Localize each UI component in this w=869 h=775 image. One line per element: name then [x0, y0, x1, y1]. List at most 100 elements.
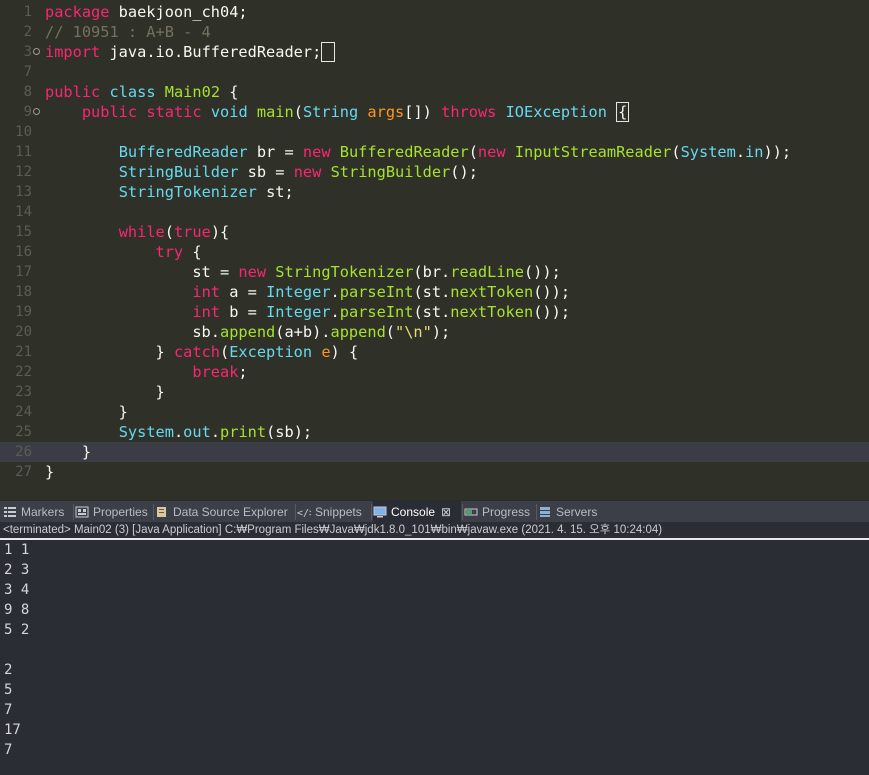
code-line[interactable]: 22 break;: [0, 362, 869, 382]
progress-icon: [464, 506, 478, 518]
console-output-line: 1 1: [4, 542, 30, 558]
code-line[interactable]: 26 }: [0, 442, 869, 462]
line-number: 9: [23, 104, 32, 120]
line-number: 15: [15, 224, 32, 240]
line-number: 20: [15, 324, 32, 340]
tab-label: Markers: [21, 505, 65, 519]
code-line[interactable]: 17 st = new StringTokenizer(br.readLine(…: [0, 262, 869, 282]
line-number: 3: [23, 44, 32, 60]
tab-label: Progress: [482, 505, 531, 519]
code-text: int a = Integer.parseInt(st.nextToken())…: [192, 283, 571, 301]
line-number: 19: [15, 304, 32, 320]
console-output-line: 2: [4, 662, 13, 678]
snippets-icon: </>: [297, 506, 315, 519]
tab-separator: [536, 504, 537, 520]
line-number: 12: [15, 164, 32, 180]
code-text: sb.append(a+b).append("\n");: [45, 323, 451, 341]
tab-label: Snippets: [315, 505, 362, 519]
line-number: 18: [15, 284, 32, 300]
code-line[interactable]: 1 package baekjoon_ch04;: [0, 2, 869, 22]
code-line[interactable]: 27}: [0, 462, 869, 482]
code-text: package baekjoon_ch04;: [45, 3, 248, 21]
tab-separator: [295, 504, 296, 520]
code-text: import java.io.BufferedReader;: [45, 42, 335, 62]
tab-separator: [153, 504, 154, 520]
tab-separator: [462, 504, 463, 520]
line-number: 25: [15, 424, 32, 440]
line-number: 2: [23, 24, 32, 40]
code-text: public class Main02 {: [45, 83, 239, 101]
line-number: 17: [15, 264, 32, 280]
code-text: }: [45, 403, 128, 421]
code-line[interactable]: 8 public class Main02 {: [0, 82, 869, 102]
line-number: 22: [15, 364, 32, 380]
console-output[interactable]: 1 1 2 3 3 4 9 8 5 2 2 5 7 17 7: [0, 540, 869, 775]
code-text: System.out.print(sb);: [118, 423, 313, 441]
code-text: // 10951 : A+B - 4: [45, 23, 211, 41]
tab-label: Data Source Explorer: [173, 505, 288, 519]
fold-toggle-icon[interactable]: [33, 108, 40, 115]
code-line[interactable]: 18 int a = Integer.parseInt(st.nextToken…: [0, 282, 869, 302]
line-number: 10: [15, 124, 32, 140]
console-output-line: 2 3: [4, 562, 30, 578]
tab-progress[interactable]: Progress: [464, 501, 534, 523]
console-output-line: 7: [4, 742, 13, 758]
code-line[interactable]: 20 sb.append(a+b).append("\n");: [0, 322, 869, 342]
console-output-line: 17: [4, 722, 21, 738]
code-line[interactable]: 23 }: [0, 382, 869, 402]
markers-icon: [3, 506, 17, 518]
line-number: 7: [23, 64, 32, 80]
line-number: 8: [23, 84, 32, 100]
console-output-line: 3 4: [4, 582, 30, 598]
tab-servers[interactable]: Servers: [538, 501, 602, 523]
console-output-line: 5 2: [4, 622, 30, 638]
code-text: StringBuilder sb = new StringBuilder();: [118, 163, 478, 181]
code-line[interactable]: 14: [0, 202, 869, 222]
line-number: 27: [15, 464, 32, 480]
code-text: int b = Integer.parseInt(st.nextToken())…: [192, 303, 571, 321]
code-line[interactable]: 16 try {: [0, 242, 869, 262]
line-number: 16: [15, 244, 32, 260]
console-output-line: 5: [4, 682, 13, 698]
code-text: break;: [192, 363, 248, 381]
code-text: BufferedReader br = new BufferedReader(n…: [118, 143, 792, 161]
code-line[interactable]: 21 } catch(Exception e) {: [0, 342, 869, 362]
line-number: 26: [15, 444, 32, 460]
console-output-line: 9 8: [4, 602, 30, 618]
code-line[interactable]: 12 StringBuilder sb = new StringBuilder(…: [0, 162, 869, 182]
code-text: }: [45, 443, 92, 461]
code-text: }: [45, 463, 55, 481]
code-text: public static void main(String args[]) t…: [81, 102, 630, 122]
code-line[interactable]: 7: [0, 62, 869, 82]
code-editor[interactable]: 1 package baekjoon_ch04; 2 // 10951 : A+B -…: [0, 0, 869, 500]
line-number: 14: [15, 204, 32, 220]
code-line[interactable]: 24 }: [0, 402, 869, 422]
tab-label: Properties: [93, 505, 148, 519]
code-line[interactable]: 10: [0, 122, 869, 142]
code-line[interactable]: 2 // 10951 : A+B - 4: [0, 22, 869, 42]
code-line[interactable]: 19 int b = Integer.parseInt(st.nextToken…: [0, 302, 869, 322]
code-line[interactable]: 11 BufferedReader br = new BufferedReade…: [0, 142, 869, 162]
servers-icon: [538, 506, 552, 518]
code-text: } catch(Exception e) {: [45, 343, 359, 361]
console-icon: [373, 506, 387, 518]
code-line[interactable]: 9 public static void main(String args[])…: [0, 102, 869, 122]
fold-toggle-icon[interactable]: [33, 48, 40, 55]
console-status-line: <terminated> Main02 (3) [Java Applicatio…: [0, 522, 869, 538]
line-number: 11: [15, 144, 32, 160]
tab-snippets[interactable]: </> Snippets: [297, 501, 369, 523]
tab-label: Console: [391, 505, 436, 519]
data-source-icon: [155, 506, 169, 518]
console-output-line: 7: [4, 702, 13, 718]
tab-console[interactable]: Console ⊠: [373, 501, 461, 523]
tab-markers[interactable]: Markers: [3, 501, 73, 523]
line-number: 23: [15, 384, 32, 400]
code-line[interactable]: 15 while(true){: [0, 222, 869, 242]
code-line[interactable]: 3 import java.io.BufferedReader;: [0, 42, 869, 62]
code-line[interactable]: 13 StringTokenizer st;: [0, 182, 869, 202]
code-text: try {: [155, 243, 202, 261]
close-icon[interactable]: ⊠: [441, 505, 451, 519]
code-line[interactable]: 25 System.out.print(sb);: [0, 422, 869, 442]
tab-data-source-explorer[interactable]: Data Source Explorer: [155, 501, 293, 523]
tab-properties[interactable]: Properties: [75, 501, 153, 523]
